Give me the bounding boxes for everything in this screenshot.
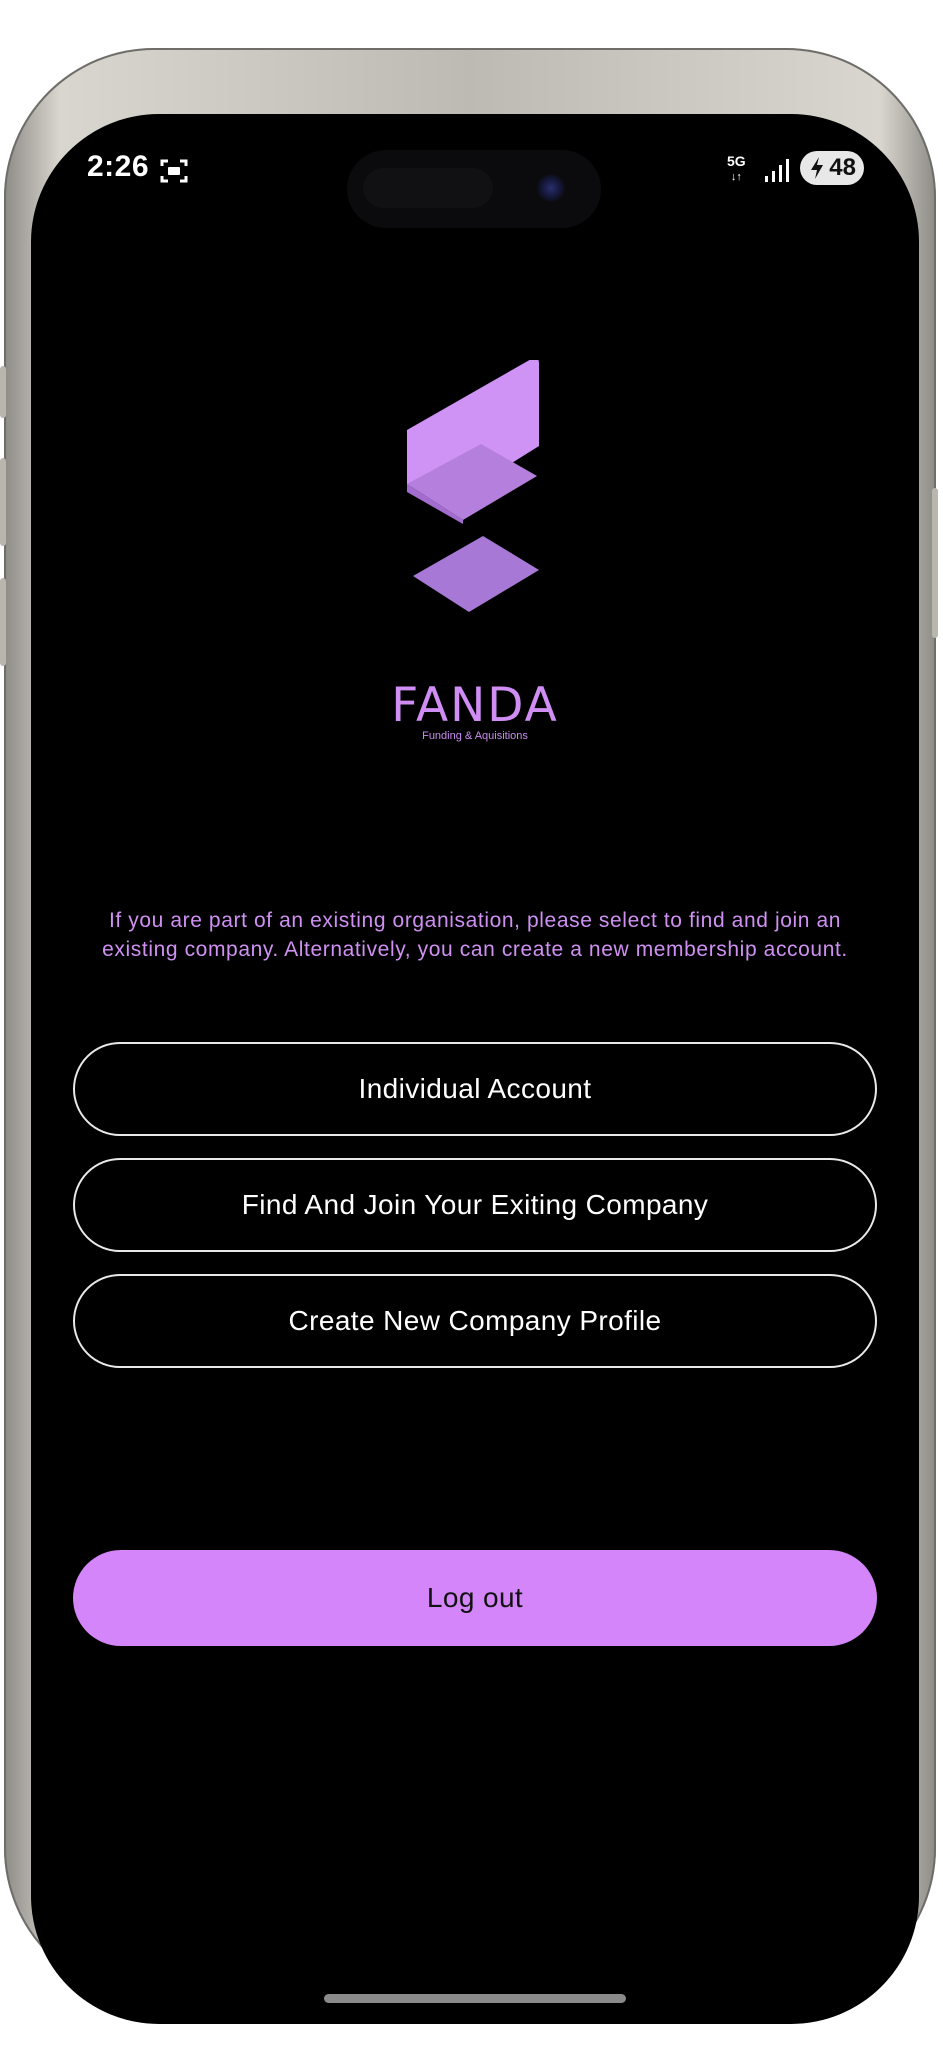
dynamic-island	[347, 150, 601, 228]
create-company-button[interactable]: Create New Company Profile	[73, 1274, 877, 1368]
join-company-button[interactable]: Find And Join Your Exiting Company	[73, 1158, 877, 1252]
brand-tagline: Funding & Aquisitions	[422, 730, 528, 742]
network-5g-icon: 5G ↓↑	[727, 153, 746, 183]
power-button	[932, 488, 938, 638]
brand-name: FANDA	[391, 678, 559, 733]
phone-frame: 2:26 5G ↓↑ 48 FANDA Funding & Aquisition…	[0, 48, 938, 2024]
signal-icon	[765, 159, 789, 182]
fanda-logo-icon	[407, 360, 539, 612]
intro-text: If you are part of an existing organisat…	[102, 909, 848, 961]
screen-record-icon	[160, 159, 188, 183]
battery-indicator: 48	[800, 151, 864, 185]
battery-level: 48	[829, 154, 856, 181]
app-screen: 2:26 5G ↓↑ 48 FANDA Funding & Aquisition…	[31, 114, 919, 2024]
camera-icon	[537, 174, 565, 202]
volume-down-button	[0, 578, 6, 666]
charging-bolt-icon	[811, 157, 823, 179]
network-label: 5G	[727, 153, 746, 169]
action-button	[0, 366, 6, 418]
home-indicator[interactable]	[324, 1994, 626, 2003]
individual-account-button[interactable]: Individual Account	[73, 1042, 877, 1136]
island-sensor	[363, 168, 493, 208]
volume-up-button	[0, 458, 6, 546]
status-time: 2:26	[87, 150, 150, 183]
logout-button[interactable]: Log out	[73, 1550, 877, 1646]
